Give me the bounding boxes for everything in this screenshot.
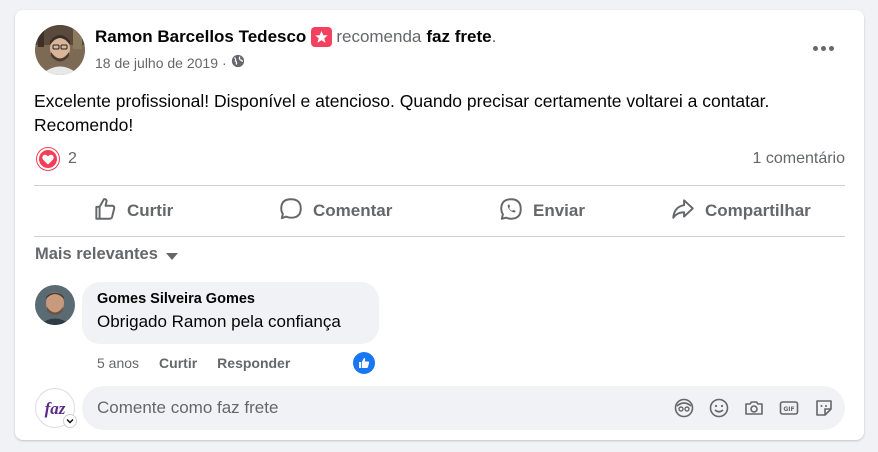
page-name-link[interactable]: faz frete [426, 27, 491, 47]
like-label: Curtir [127, 201, 174, 220]
emoji-icon[interactable] [708, 397, 730, 424]
period: . [491, 27, 497, 46]
post-date[interactable]: 18 de julho de 2019 [95, 55, 218, 71]
divider-top [34, 185, 845, 186]
reaction-count: 2 [68, 150, 77, 167]
send-button[interactable]: Enviar [498, 196, 585, 226]
recommends-text: recomenda [336, 27, 422, 46]
avatar-sticker-icon[interactable] [673, 397, 695, 424]
post-text: Excelente profissional! Disponível e ate… [34, 91, 770, 135]
comment-age[interactable]: 5 anos [97, 355, 139, 371]
chevron-down-icon[interactable] [63, 414, 77, 428]
post-date-line: 18 de julho de 2019 · [95, 54, 245, 71]
post-card: Ramon Barcellos Tedesco recomenda faz fr… [15, 10, 864, 440]
comment-input[interactable]: Comente como faz frete GIF [82, 386, 845, 430]
faz-logo: faz [45, 399, 66, 418]
caret-down-icon [165, 252, 178, 260]
whatsapp-icon [498, 196, 524, 227]
comment-count[interactable]: 1 comentário [753, 150, 846, 168]
date-separator: · [222, 54, 227, 71]
sort-label: Mais relevantes [35, 245, 158, 263]
send-label: Enviar [533, 201, 585, 220]
composer-icons: GIF [673, 397, 835, 424]
comment-button[interactable]: Comentar [278, 196, 392, 226]
commenter-name[interactable]: Gomes Silveira Gomes [97, 291, 364, 307]
comment-input-placeholder: Comente como faz frete [97, 398, 279, 417]
like-button[interactable]: Curtir [92, 196, 173, 226]
author-line: Ramon Barcellos Tedesco recomenda faz fr… [95, 27, 496, 47]
comment-sort-dropdown[interactable]: Mais relevantes [35, 245, 178, 264]
share-arrow-icon [670, 196, 696, 227]
comment-label: Comentar [313, 201, 393, 220]
comment-text: Obrigado Ramon pela confiança [97, 312, 341, 331]
love-reaction-icon [37, 148, 59, 170]
reaction-summary[interactable]: 2 [37, 148, 77, 170]
author-avatar[interactable] [35, 25, 85, 75]
comment-like-button[interactable]: Curtir [159, 355, 197, 371]
thumbs-up-icon [92, 196, 118, 227]
commenter-avatar[interactable] [35, 285, 75, 325]
like-reaction-icon[interactable] [353, 352, 375, 374]
camera-icon[interactable] [743, 397, 765, 424]
recommend-star-icon [311, 27, 333, 47]
comment-bubble: Gomes Silveira Gomes Obrigado Ramon pela… [82, 282, 379, 344]
gif-icon[interactable]: GIF [778, 397, 800, 424]
divider-bottom [34, 236, 845, 237]
author-name[interactable]: Ramon Barcellos Tedesco [95, 27, 306, 47]
share-label: Compartilhar [705, 201, 811, 220]
comment-reply-button[interactable]: Responder [217, 355, 290, 371]
more-options-icon[interactable] [805, 36, 841, 60]
svg-text:GIF: GIF [783, 406, 794, 413]
globe-icon [231, 54, 245, 71]
sticker-icon[interactable] [813, 397, 835, 424]
comment-meta: 5 anos Curtir Responder [97, 355, 290, 371]
speech-bubble-icon [278, 196, 304, 227]
share-button[interactable]: Compartilhar [670, 196, 811, 226]
